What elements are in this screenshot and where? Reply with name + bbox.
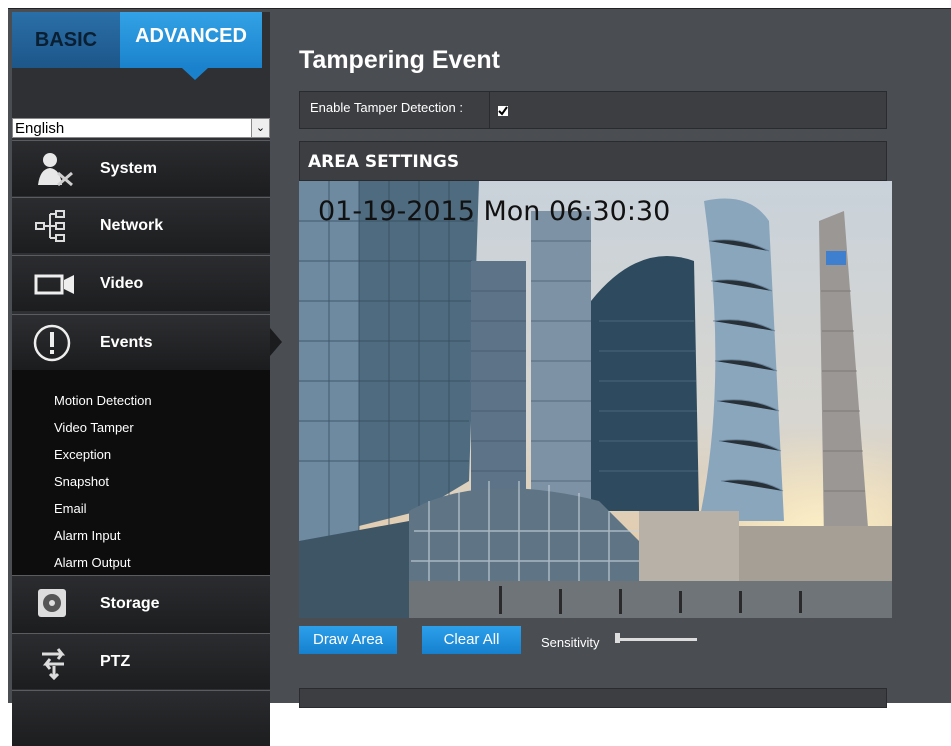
sidebar-item-label: Events — [100, 334, 153, 351]
sidebar: BASIC ADVANCED English ⌄ System Network … — [12, 12, 282, 746]
sidebar-item-label: PTZ — [100, 653, 131, 670]
submenu-email[interactable]: Email — [54, 501, 87, 516]
enable-tamper-checkbox[interactable] — [498, 106, 508, 116]
next-section-header — [299, 688, 887, 708]
sidebar-item-system[interactable]: System — [12, 140, 270, 196]
events-section: Events Motion Detection Video Tamper Exc… — [12, 314, 270, 576]
tab-advanced[interactable]: ADVANCED — [120, 12, 262, 68]
storage-disk-icon — [38, 589, 66, 617]
sidebar-item-label: Storage — [100, 595, 160, 612]
submenu-snapshot[interactable]: Snapshot — [54, 474, 109, 489]
sidebar-item-more[interactable] — [12, 690, 270, 746]
submenu-motion-detection[interactable]: Motion Detection — [54, 393, 152, 408]
sensitivity-slider-track[interactable] — [615, 638, 697, 641]
area-settings-header: AREA SETTINGS — [299, 141, 887, 181]
submenu-video-tamper[interactable]: Video Tamper — [54, 420, 134, 435]
sidebar-item-video[interactable]: Video — [12, 255, 270, 311]
enable-tamper-row: Enable Tamper Detection : — [299, 91, 887, 129]
network-icon — [35, 210, 65, 242]
language-select[interactable]: English ⌄ — [12, 118, 270, 138]
page-title: Tampering Event — [299, 46, 500, 74]
video-timestamp: 01-19-2015 Mon 06:30:30 — [318, 196, 671, 227]
clear-all-button[interactable]: Clear All — [422, 626, 521, 654]
checkmark-icon — [498, 106, 508, 116]
chevron-down-icon[interactable]: ⌄ — [251, 119, 269, 137]
draw-area-button[interactable]: Draw Area — [299, 626, 397, 654]
sidebar-item-network[interactable]: Network — [12, 197, 270, 253]
submenu-alarm-output[interactable]: Alarm Output — [54, 555, 131, 570]
active-tab-indicator — [182, 68, 208, 80]
sidebar-item-storage[interactable]: Storage — [12, 575, 270, 633]
video-camera-icon — [34, 274, 74, 295]
submenu-exception[interactable]: Exception — [54, 447, 111, 462]
language-value: English — [15, 120, 65, 137]
submenu-alarm-input[interactable]: Alarm Input — [54, 528, 120, 543]
active-item-indicator — [270, 328, 282, 356]
sidebar-item-label: Video — [100, 275, 144, 292]
ptz-arrows-icon — [42, 648, 66, 680]
area-settings-title: AREA SETTINGS — [308, 152, 460, 172]
enable-tamper-label: Enable Tamper Detection : — [300, 92, 490, 128]
mode-tabs: BASIC ADVANCED — [12, 12, 270, 68]
tab-basic[interactable]: BASIC — [12, 12, 120, 68]
sidebar-item-events[interactable]: Events — [12, 314, 270, 370]
sidebar-item-label: Network — [100, 217, 164, 234]
camera-live-view[interactable] — [299, 181, 892, 618]
sidebar-item-label: System — [100, 160, 157, 177]
sensitivity-slider-thumb[interactable] — [615, 633, 620, 643]
system-user-icon — [38, 153, 73, 187]
sensitivity-label: Sensitivity — [541, 635, 600, 650]
sidebar-item-ptz[interactable]: PTZ — [12, 633, 270, 689]
exclamation-icon — [33, 324, 71, 362]
